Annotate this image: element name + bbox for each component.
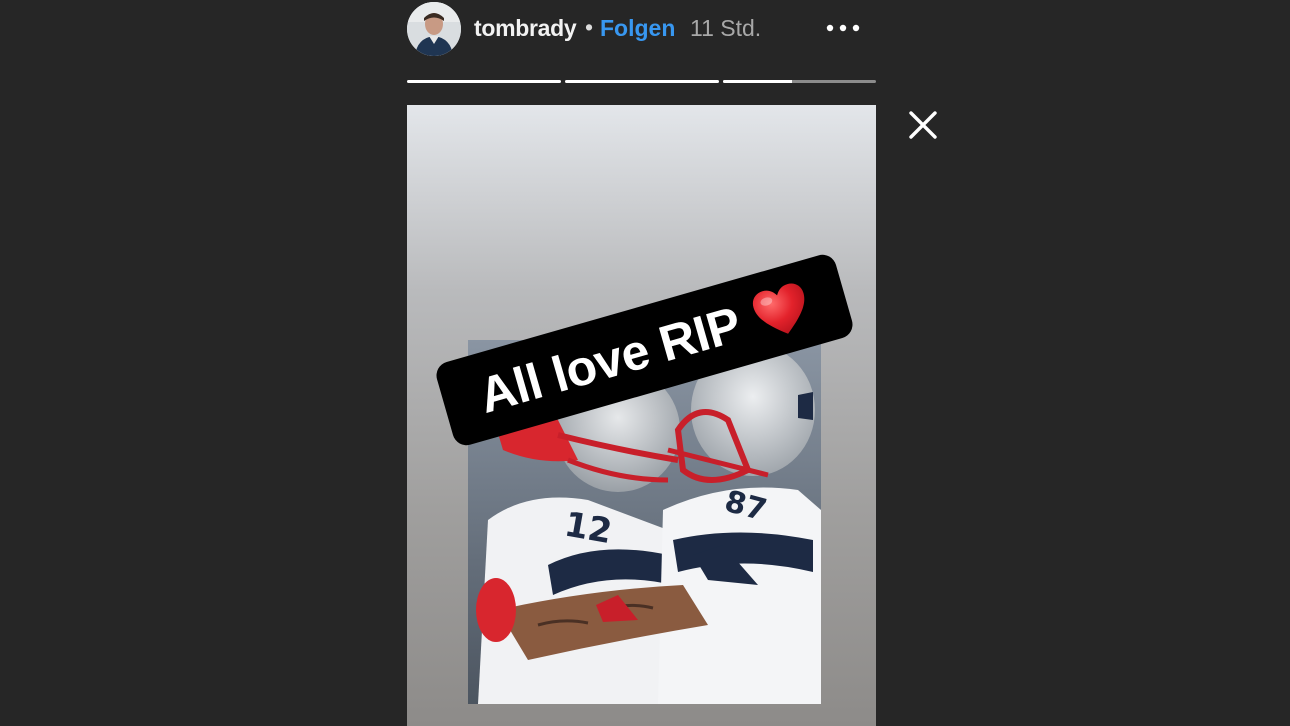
more-options-icon[interactable] — [823, 14, 863, 44]
avatar[interactable] — [407, 2, 461, 56]
progress-fill — [565, 80, 719, 83]
heart-icon — [747, 278, 815, 343]
story-header: tombrady • Folgen 11 Std. — [407, 0, 877, 60]
progress-segment-3 — [723, 80, 876, 83]
separator-dot: • — [585, 14, 594, 40]
progress-segment-1 — [407, 80, 561, 83]
story-viewer: tombrady • Folgen 11 Std. 12 87 All love… — [0, 0, 1290, 726]
svg-text:12: 12 — [561, 504, 615, 552]
close-icon[interactable] — [906, 108, 940, 142]
progress-fill — [407, 80, 561, 83]
progress-segment-2 — [565, 80, 719, 83]
avatar-photo — [407, 2, 461, 56]
story-content[interactable]: 12 87 All love RIP — [407, 105, 876, 726]
timestamp: 11 Std. — [690, 15, 762, 41]
username[interactable]: tombrady — [474, 15, 577, 42]
follow-button[interactable]: Folgen — [600, 15, 675, 42]
progress-fill — [723, 80, 792, 83]
